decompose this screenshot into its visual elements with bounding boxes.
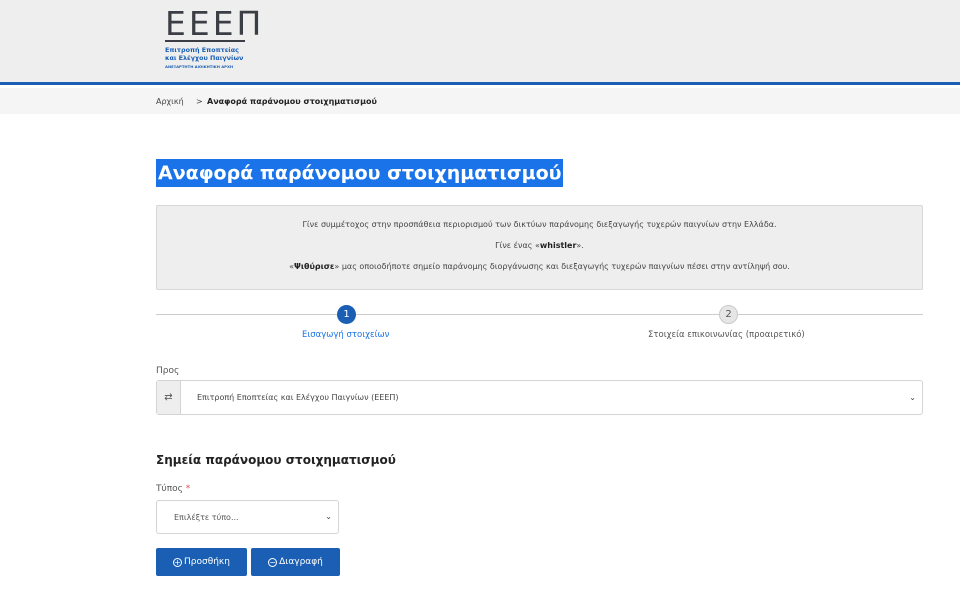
swap-arrows-icon: ⇄ [157,381,181,414]
step-2-label[interactable]: Στοιχεία επικοινωνίας (προαιρετικό) [648,330,805,340]
recipient-select-value: Επιτροπή Εποπτείας και Ελέγχου Παιγνίων … [197,393,399,402]
delete-button[interactable]: − Διαγραφή [251,548,340,576]
logo-underline [165,40,245,42]
info-line-1: Γίνε συμμέτοχος στην προσπάθεια περιορισ… [302,220,777,229]
type-label-text: Τύπος [156,484,183,494]
logo-text-line1: Επιτροπή Εποπτείας [165,46,239,54]
info-box: Γίνε συμμέτοχος στην προσπάθεια περιορισ… [156,205,923,290]
type-select[interactable]: Επιλέξτε τύπο... ⌄ [156,500,339,534]
info-line-3-post: » μας οποιοδήποτε σημείο παράνομης διοργ… [334,262,790,271]
breadcrumb: Αρχική > Αναφορά παράνομου στοιχηματισμο… [0,88,960,114]
type-select-placeholder: Επιλέξτε τύπο... [174,513,239,522]
info-line-2: Γίνε ένας «whistler». [157,241,922,250]
recipient-select[interactable]: ⇄ Επιτροπή Εποπτείας και Ελέγχου Παιγνίω… [156,380,923,415]
chevron-down-icon: ⌄ [909,393,916,402]
logo-text-line2: και Ελέγχου Παιγνίων [165,54,244,62]
type-label: Τύπος * [156,484,190,494]
step-2-indicator[interactable]: 2 [719,305,738,324]
eeep-logo[interactable]: ΕΕΕΠ Επιτροπή Εποπτείας και Ελέγχου Παιγ… [165,4,265,70]
step-1-label[interactable]: Εισαγωγή στοιχείων [302,330,389,340]
info-line-2-bold: whistler [539,241,577,250]
breadcrumb-current: Αναφορά παράνομου στοιχηματισμού [207,97,377,106]
stepper-line [156,314,923,315]
required-star: * [185,484,191,494]
breadcrumb-separator-icon: > [196,97,203,106]
add-button[interactable]: + Προσθήκη [156,548,247,576]
add-button-label: Προσθήκη [184,557,230,567]
plus-circle-icon: + [173,558,183,567]
section-title: Σημεία παράνομου στοιχηματισμού [156,453,396,467]
info-line-3: «Ψιθύρισε» μας οποιοδήποτε σημείο παράνο… [157,262,922,271]
minus-circle-icon: − [268,558,278,567]
recipient-label: Προς [156,366,180,376]
page-title: Αναφορά παράνομου στοιχηματισμού [156,159,564,187]
site-header: ΕΕΕΠ Επιτροπή Εποπτείας και Ελέγχου Παιγ… [0,0,960,85]
info-line-2-post: ». [576,241,584,250]
info-line-2-pre: Γίνε ένας « [495,241,540,250]
delete-button-label: Διαγραφή [279,557,323,567]
logo-mark: ΕΕΕΠ [165,4,265,43]
chevron-down-icon: ⌄ [325,512,332,521]
step-1-indicator[interactable]: 1 [337,305,356,324]
breadcrumb-home-link[interactable]: Αρχική [156,97,184,106]
logo-text-line3: ΑΝΕΞΑΡΤΗΤΗ ΔΙΟΙΚΗΤΙΚΗ ΑΡΧΗ [165,64,234,69]
info-line-3-bold: Ψιθύρισε [294,262,335,271]
